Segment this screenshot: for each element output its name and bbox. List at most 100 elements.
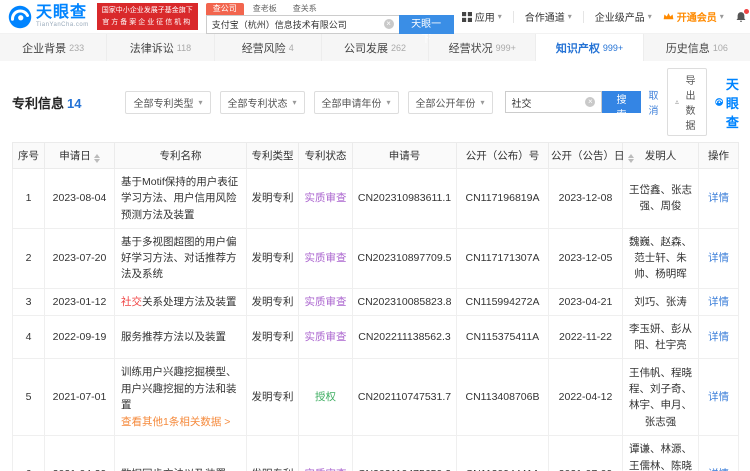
table-row: 4 2022-09-19 服务推荐方法以及装置 发明专利 实质审查 CN2022… <box>12 314 739 360</box>
notification-dot <box>743 8 749 14</box>
badge-line2: 官方备案企业征信机构 <box>102 18 193 26</box>
filter-dropdowns: 全部专利类型 ▾ 全部专利状态 ▾ 全部申请年份 ▾ 全部公开年份 ▾ <box>125 90 493 114</box>
filter-dropdown[interactable]: 全部公开年份 ▾ <box>407 90 493 114</box>
cell-publication-date: 2021-07-09 <box>548 435 623 471</box>
tianyancha-logo[interactable]: 天眼查 TianYanCha.com <box>8 5 89 29</box>
logo-text: 天眼查 <box>36 4 88 21</box>
cell-application-no: CN202310983611.1 <box>352 168 457 229</box>
cell-application-no: CN202211138562.3 <box>352 314 457 360</box>
cell-patent-name: 基于Motif保持的用户表征学习方法、用户信用风险预测方法及装置 <box>114 168 247 229</box>
cancel-search-link[interactable]: 取消 <box>649 87 659 117</box>
cell-patent-status: 实质审查 <box>298 287 353 316</box>
detail-link[interactable]: 详情 <box>708 331 729 343</box>
export-data-button[interactable]: 导出数据 <box>666 68 707 136</box>
cell-apply-date: 2021-07-01 <box>44 358 115 437</box>
tab-公司发展[interactable]: 公司发展 262 <box>322 34 430 61</box>
filter-dropdown[interactable]: 全部申请年份 ▾ <box>313 90 399 114</box>
download-icon <box>674 100 679 104</box>
tab-历史信息[interactable]: 历史信息 106 <box>644 34 750 61</box>
related-data-link[interactable]: 查看其他1条相关数据 > <box>121 414 240 430</box>
search-scope-tab[interactable]: 查公司 <box>205 2 244 15</box>
eye-logo-icon <box>8 5 32 28</box>
tab-经营状况[interactable]: 经营状况 999+ <box>429 34 537 61</box>
cell-patent-type: 发明专利 <box>246 168 299 229</box>
search-scope-tab[interactable]: 查老板 <box>246 3 284 15</box>
keyword-search-button[interactable]: 搜索 <box>602 91 641 121</box>
keyword-highlight: 社交 <box>121 295 142 308</box>
filter-dropdown[interactable]: 全部专利类型 ▾ <box>125 90 211 114</box>
detail-link[interactable]: 详情 <box>708 192 729 204</box>
column-header: 申请号 <box>352 142 457 169</box>
keyword-value: 社交 <box>511 98 532 110</box>
cell-index: 6 <box>12 435 45 471</box>
filter-dropdown[interactable]: 全部专利状态 ▾ <box>219 90 305 114</box>
watermark-text: 天眼查 <box>725 76 740 130</box>
nav-enterprise-products-label: 企业级产品 <box>594 13 645 24</box>
cell-publication-no: CN117196819A <box>456 168 549 229</box>
cell-inventors: 刘巧、张涛 <box>622 287 699 316</box>
filter-toolbar: 专利信息 14 全部专利类型 ▾ 全部专利状态 ▾ 全部申请年份 ▾ 全部公开年份 ▾ 社交 ×… <box>0 61 750 142</box>
cell-index: 4 <box>12 314 45 360</box>
cell-patent-status: 实质审查 <box>298 227 353 289</box>
patent-section: 专利信息 1 4 全部专利类型 ▾ 全部专利状态 ▾ 全部申请年份 ▾ 全部公开年份 ▾ 社交 ×… <box>0 61 750 471</box>
cell-publication-date: 2022-04-12 <box>548 358 623 437</box>
section-title-text: 专利信息 <box>12 95 65 111</box>
detail-link[interactable]: 详情 <box>708 296 729 308</box>
sort-icon[interactable] <box>93 154 100 163</box>
table-row: 5 2021-07-01 训练用户兴趣挖掘模型、用户兴趣挖掘的方法和装置 查看其他… <box>12 358 739 437</box>
column-header[interactable]: 申请日 <box>44 142 115 169</box>
cell-patent-type: 发明专利 <box>246 314 299 360</box>
header-search: 查公司 查老板 查关系 支付宝（杭州）信息技术有限公司 × 天眼一下 <box>205 0 454 45</box>
sort-icon[interactable] <box>627 154 634 163</box>
cell-index: 3 <box>12 287 45 316</box>
detail-link[interactable]: 详情 <box>708 391 729 403</box>
chevron-down-icon: ▾ <box>719 12 724 21</box>
cell-inventors: 魏巍、赵森、范士轩、朱帅、杨明晖 <box>622 227 699 289</box>
detail-link[interactable]: 详情 <box>708 252 729 264</box>
clear-keyword-icon[interactable]: × <box>585 97 596 107</box>
cell-inventors: 王伟帆、程晓程、刘子奇、林宇、申月、张志强 <box>622 358 699 437</box>
chevron-down-icon: ▾ <box>292 97 297 107</box>
tab-知识产权[interactable]: 知识产权 999+ <box>536 34 644 61</box>
cell-patent-status: 实质审查 <box>298 314 353 360</box>
table-row: 6 2021-04-29 数据同步方法以及装置 发明专利 实质审查 CN2021… <box>12 435 739 471</box>
keyword-search-input[interactable]: 社交 × <box>504 91 603 113</box>
certification-badge: 国家中小企业发展子基金旗下 官方备案企业征信机构 <box>96 3 198 30</box>
chevron-down-icon: ▾ <box>480 97 485 107</box>
search-tabs: 查公司 查老板 查关系 <box>205 2 454 15</box>
chevron-down-icon: ▾ <box>647 12 652 21</box>
company-search-value: 支付宝（杭州）信息技术有限公司 <box>211 19 347 30</box>
column-header[interactable]: 公开（公告）日 <box>548 142 634 169</box>
chevron-down-icon: ▾ <box>386 97 391 107</box>
column-header: 发明人 <box>622 142 699 169</box>
apps-grid-icon <box>461 11 472 22</box>
cell-patent-type: 发明专利 <box>246 435 299 471</box>
top-nav: 应用 ▾ 合作通道 ▾ 企业级产品 ▾ 开通会员 ▾ 超级. <box>461 8 750 24</box>
header-search-button[interactable]: 天眼一下 <box>398 14 454 45</box>
cell-inventors: 李玉妍、彭从阳、杜宇亮 <box>622 314 699 360</box>
notification-bell[interactable] <box>735 8 749 23</box>
nav-apps-label: 应用 <box>474 13 495 24</box>
cell-publication-date: 2023-04-21 <box>548 287 623 316</box>
cell-apply-date: 2021-04-29 <box>44 435 115 471</box>
eye-logo-icon <box>714 98 723 106</box>
cell-index: 1 <box>12 168 45 229</box>
column-header: 序号 <box>12 142 45 169</box>
company-search-input[interactable]: 支付宝（杭州）信息技术有限公司 × <box>205 14 399 34</box>
export-data-label: 导出数据 <box>685 76 696 132</box>
nav-enterprise-products[interactable]: 企业级产品 ▾ <box>595 9 652 24</box>
tab-法律诉讼[interactable]: 法律诉讼 118 <box>107 34 215 61</box>
cell-inventors: 谭谦、林源、王儒林、陈晓炫、董燕萍、代磊 <box>622 435 699 471</box>
clear-input-icon[interactable]: × <box>383 19 394 29</box>
search-scope-tab[interactable]: 查关系 <box>286 3 324 15</box>
table-header-row: 序号 申请日 专利名称 专利类型 专利状态 申请号 公开（公布）号 公开（公告）日 发明人 操作 <box>12 142 739 169</box>
company-section-tabs: 企业背景 233 法律诉讼 118 经营风险 4 公司发展 262 经营状况 999+ 知识产权 99… <box>0 34 750 61</box>
nav-cooperation[interactable]: 合作通道 ▾ <box>525 9 572 24</box>
column-header: 专利类型 <box>246 142 299 169</box>
tab-经营风险[interactable]: 经营风险 4 <box>215 34 322 61</box>
nav-open-vip[interactable]: 开通会员 ▾ <box>663 9 724 24</box>
tab-企业背景[interactable]: 企业背景 233 <box>0 34 108 61</box>
cell-publication-date: 2022-11-22 <box>548 314 623 360</box>
nav-apps[interactable]: 应用 ▾ <box>461 9 502 24</box>
logo-subtext: TianYanCha.com <box>36 22 89 28</box>
